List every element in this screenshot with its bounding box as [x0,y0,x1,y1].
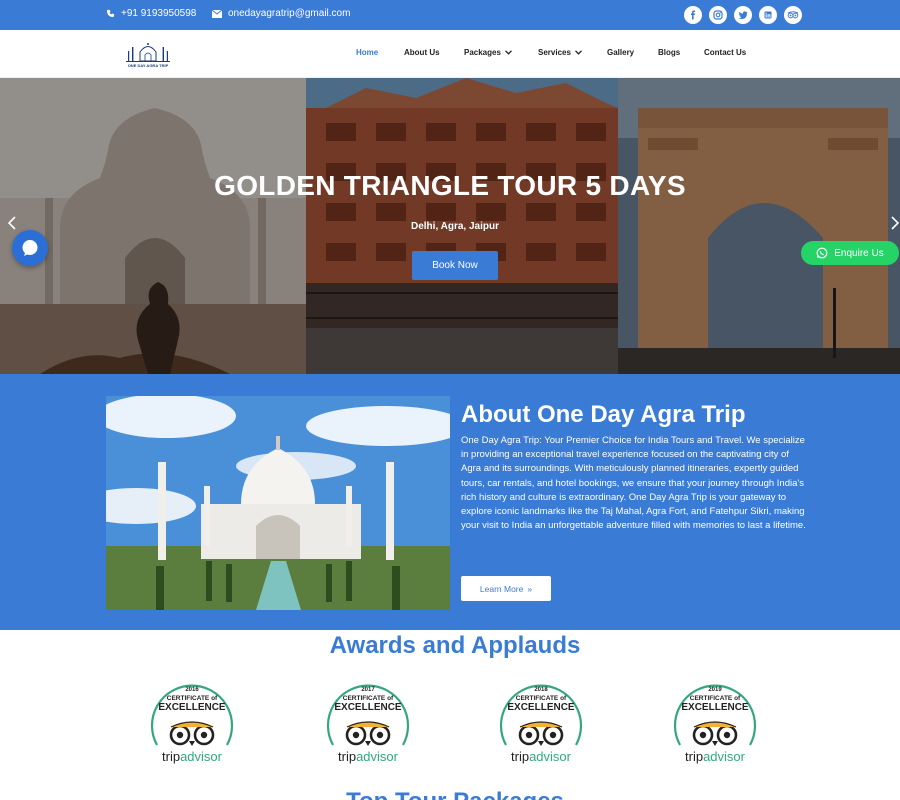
badge-brand: tripadvisor [685,749,746,764]
learn-more-button[interactable]: Learn More » [461,576,551,601]
enquire-label: Enquire Us [834,247,884,259]
badge-brand: tripadvisor [162,749,223,764]
nav-blogs[interactable]: Blogs [658,48,704,57]
tripadvisor-certificate-badge: 2019 CERTIFICATE of EXCELLENCE tripadvisor [670,675,760,767]
certificate-seal-icon: 2018 CERTIFICATE ofEXCELLENCE tripadvisor [499,684,583,764]
about-section: About One Day Agra Trip One Day Agra Tri… [0,374,900,630]
top-tour-packages-title: Top Tour Packages [0,788,900,800]
facebook-icon[interactable] [684,6,702,24]
nav-gallery[interactable]: Gallery [607,48,658,57]
nav-contact-us[interactable]: Contact Us [704,48,746,57]
book-now-button[interactable]: Book Now [412,251,498,280]
badge-year: 2018 [534,687,548,693]
badge-line1: CERTIFICATE of [690,695,741,702]
badge-line1: CERTIFICATE of [516,695,567,702]
twitter-icon[interactable] [734,6,752,24]
badge-line2: EXCELLENCE [334,702,402,713]
envelope-icon [212,9,222,18]
double-chevron-right-icon: » [527,583,533,594]
nav-label: Blogs [658,48,681,57]
badge-line2: EXCELLENCE [158,702,226,713]
nav-label: Packages [464,48,501,57]
chevron-left-icon [7,216,16,230]
learn-more-label: Learn More [479,583,524,594]
nav-services[interactable]: Services [538,48,607,57]
linkedin-icon[interactable] [759,6,777,24]
slider-next-arrow[interactable] [891,216,900,235]
slider-prev-arrow[interactable] [7,216,16,235]
social-links [684,6,802,24]
tripadvisor-certificate-badge: 2018 CERTIFICATE of EXCELLENCE tripadvisor [496,675,586,767]
logo-text: ONE DAY AGRA TRIP [127,63,169,68]
phone-number: +91 9193950598 [121,8,197,19]
badge-line2: EXCELLENCE [681,702,749,713]
whatsapp-icon [816,247,828,259]
chat-icon [22,240,38,256]
badge-year: 2019 [708,687,722,693]
about-paragraph: One Day Agra Trip: Your Premier Choice f… [461,435,806,532]
certificate-seal-icon: 2017 CERTIFICATE ofEXCELLENCE tripadvisor [326,684,410,764]
email-contact[interactable]: onedayagratrip@gmail.com [212,8,350,19]
tripadvisor-certificate-badge: 2016 CERTIFICATE of EXCELLENCE tripadvisor [147,675,237,767]
email-address: onedayagratrip@gmail.com [228,8,351,19]
top-bar: +91 9193950598 onedayagratrip@gmail.com [0,0,900,30]
phone-contact[interactable]: +91 9193950598 [106,8,196,19]
enquire-us-button[interactable]: Enquire Us [801,241,899,265]
certificate-seal-icon: 2019 CERTIFICATE ofEXCELLENCE tripadvisor [673,684,757,764]
certificate-seal-icon: 2016 CERTIFICATE ofEXCELLENCE tripadvisor [150,684,234,764]
badge-line2: EXCELLENCE [507,702,575,713]
nav-label: Contact Us [704,48,747,57]
badge-year: 2016 [185,687,199,693]
badge-year: 2017 [361,687,375,693]
hero-subtitle: Delhi, Agra, Jaipur [411,221,499,232]
nav-label: Services [538,48,571,57]
about-image-taj-mahal [106,396,450,610]
nav-home[interactable]: Home [356,48,404,57]
nav-about-us[interactable]: About Us [404,48,464,57]
nav-label: About Us [404,48,440,57]
chevron-down-icon [574,50,582,55]
instagram-icon[interactable] [709,6,727,24]
chevron-down-icon [504,50,512,55]
nav-label: Gallery [607,48,635,57]
phone-icon [106,9,115,18]
badge-brand: tripadvisor [338,749,399,764]
main-menu: Home About Us Packages Services Gallery … [356,48,746,57]
badge-brand: tripadvisor [511,749,572,764]
hero-slider: GOLDEN TRIANGLE TOUR 5 DAYS Delhi, Agra,… [0,78,900,374]
chat-widget-button[interactable] [12,230,48,266]
main-navbar: ONE DAY AGRA TRIP Home About Us Packages… [0,30,900,78]
awards-title: Awards and Applauds [329,632,581,659]
nav-label: Home [356,48,379,57]
about-title: About One Day Agra Trip [461,401,746,428]
badge-line1: CERTIFICATE of [167,695,218,702]
chevron-right-icon [891,216,900,230]
badge-line1: CERTIFICATE of [343,695,394,702]
tripadvisor-icon[interactable] [784,6,802,24]
nav-packages[interactable]: Packages [464,48,538,57]
hero-title: GOLDEN TRIANGLE TOUR 5 DAYS [214,170,686,201]
tripadvisor-certificate-badge: 2017 CERTIFICATE of EXCELLENCE tripadvisor [323,675,413,767]
